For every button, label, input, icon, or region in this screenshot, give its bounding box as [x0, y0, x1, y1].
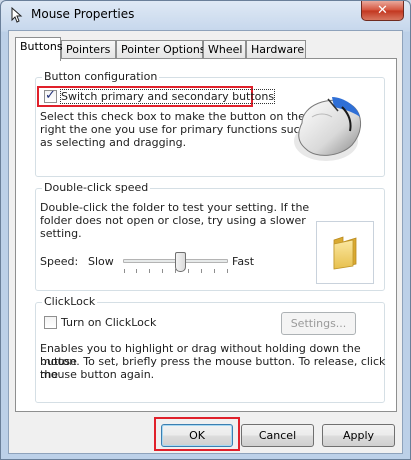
clicklock-checkbox[interactable]: [44, 316, 57, 329]
tab-label: Pointer Options: [121, 43, 206, 56]
slider-tick: [188, 269, 189, 273]
slider-tick: [136, 269, 137, 273]
tab-label: Buttons: [20, 40, 63, 53]
double-click-description-line: folder does not open or close, try using…: [40, 214, 306, 227]
apply-button[interactable]: Apply: [322, 424, 395, 447]
button-label: Apply: [342, 429, 375, 442]
tab-label: Pointers: [66, 43, 111, 56]
group-title: ClickLock: [42, 295, 98, 308]
dialog-client-area: Buttons Pointers Pointer Options Wheel H…: [8, 30, 403, 454]
tab-panel-buttons: Button configuration Switch primary and …: [15, 58, 397, 412]
clicklock-settings-button[interactable]: Settings...: [281, 312, 356, 335]
button-label: Cancel: [258, 429, 297, 442]
title-bar[interactable]: Mouse Properties ✕: [1, 1, 410, 29]
tab-strip: Buttons Pointers Pointer Options Wheel H…: [15, 37, 395, 61]
close-button[interactable]: ✕: [361, 1, 404, 21]
mouse-illustration-icon: [294, 97, 361, 161]
test-folder-area[interactable]: [316, 221, 374, 284]
switch-buttons-label[interactable]: Switch primary and secondary buttons: [59, 89, 276, 104]
clicklock-label[interactable]: Turn on ClickLock: [61, 316, 156, 329]
button-config-description-line: Select this check box to make the button…: [40, 110, 305, 123]
group-title: Double-click speed: [42, 181, 151, 194]
ok-button[interactable]: OK: [161, 424, 233, 447]
mouse-pointer-icon: [11, 7, 23, 23]
slider-tick: [201, 269, 202, 273]
slider-tick: [124, 269, 125, 273]
fast-label: Fast: [232, 255, 255, 268]
slider-tick: [162, 269, 163, 273]
tab-pointers[interactable]: Pointers: [61, 40, 116, 60]
double-click-description-line: setting.: [40, 227, 82, 240]
slider-tick: [227, 269, 228, 273]
slow-label: Slow: [88, 255, 114, 268]
tab-label: Hardware: [251, 43, 305, 56]
button-label: Settings...: [290, 317, 347, 330]
button-config-description-line: as selecting and dragging.: [40, 136, 187, 149]
button-config-description-line: right the one you use for primary functi…: [40, 123, 307, 136]
folder-icon: [333, 236, 357, 270]
tab-buttons[interactable]: Buttons: [15, 37, 63, 61]
slider-thumb[interactable]: [175, 252, 186, 272]
tab-wheel[interactable]: Wheel: [203, 40, 246, 60]
switch-buttons-checkbox[interactable]: [44, 88, 57, 103]
clicklock-description-line: mouse button again.: [40, 368, 155, 381]
double-click-description-line: Double-click the folder to test your set…: [40, 201, 310, 214]
tab-hardware[interactable]: Hardware: [246, 40, 306, 60]
tab-label: Wheel: [208, 43, 243, 56]
mouse-properties-window: Mouse Properties ✕ Buttons Pointers Poin…: [0, 0, 411, 460]
tab-pointer-options[interactable]: Pointer Options: [116, 40, 206, 60]
speed-label: Speed:: [40, 255, 79, 268]
cancel-button[interactable]: Cancel: [241, 424, 314, 447]
close-icon: ✕: [377, 3, 388, 18]
slider-tick: [149, 269, 150, 273]
group-title: Button configuration: [42, 70, 160, 83]
window-title: Mouse Properties: [31, 7, 135, 21]
button-label: OK: [189, 429, 205, 442]
slider-tick: [214, 269, 215, 273]
